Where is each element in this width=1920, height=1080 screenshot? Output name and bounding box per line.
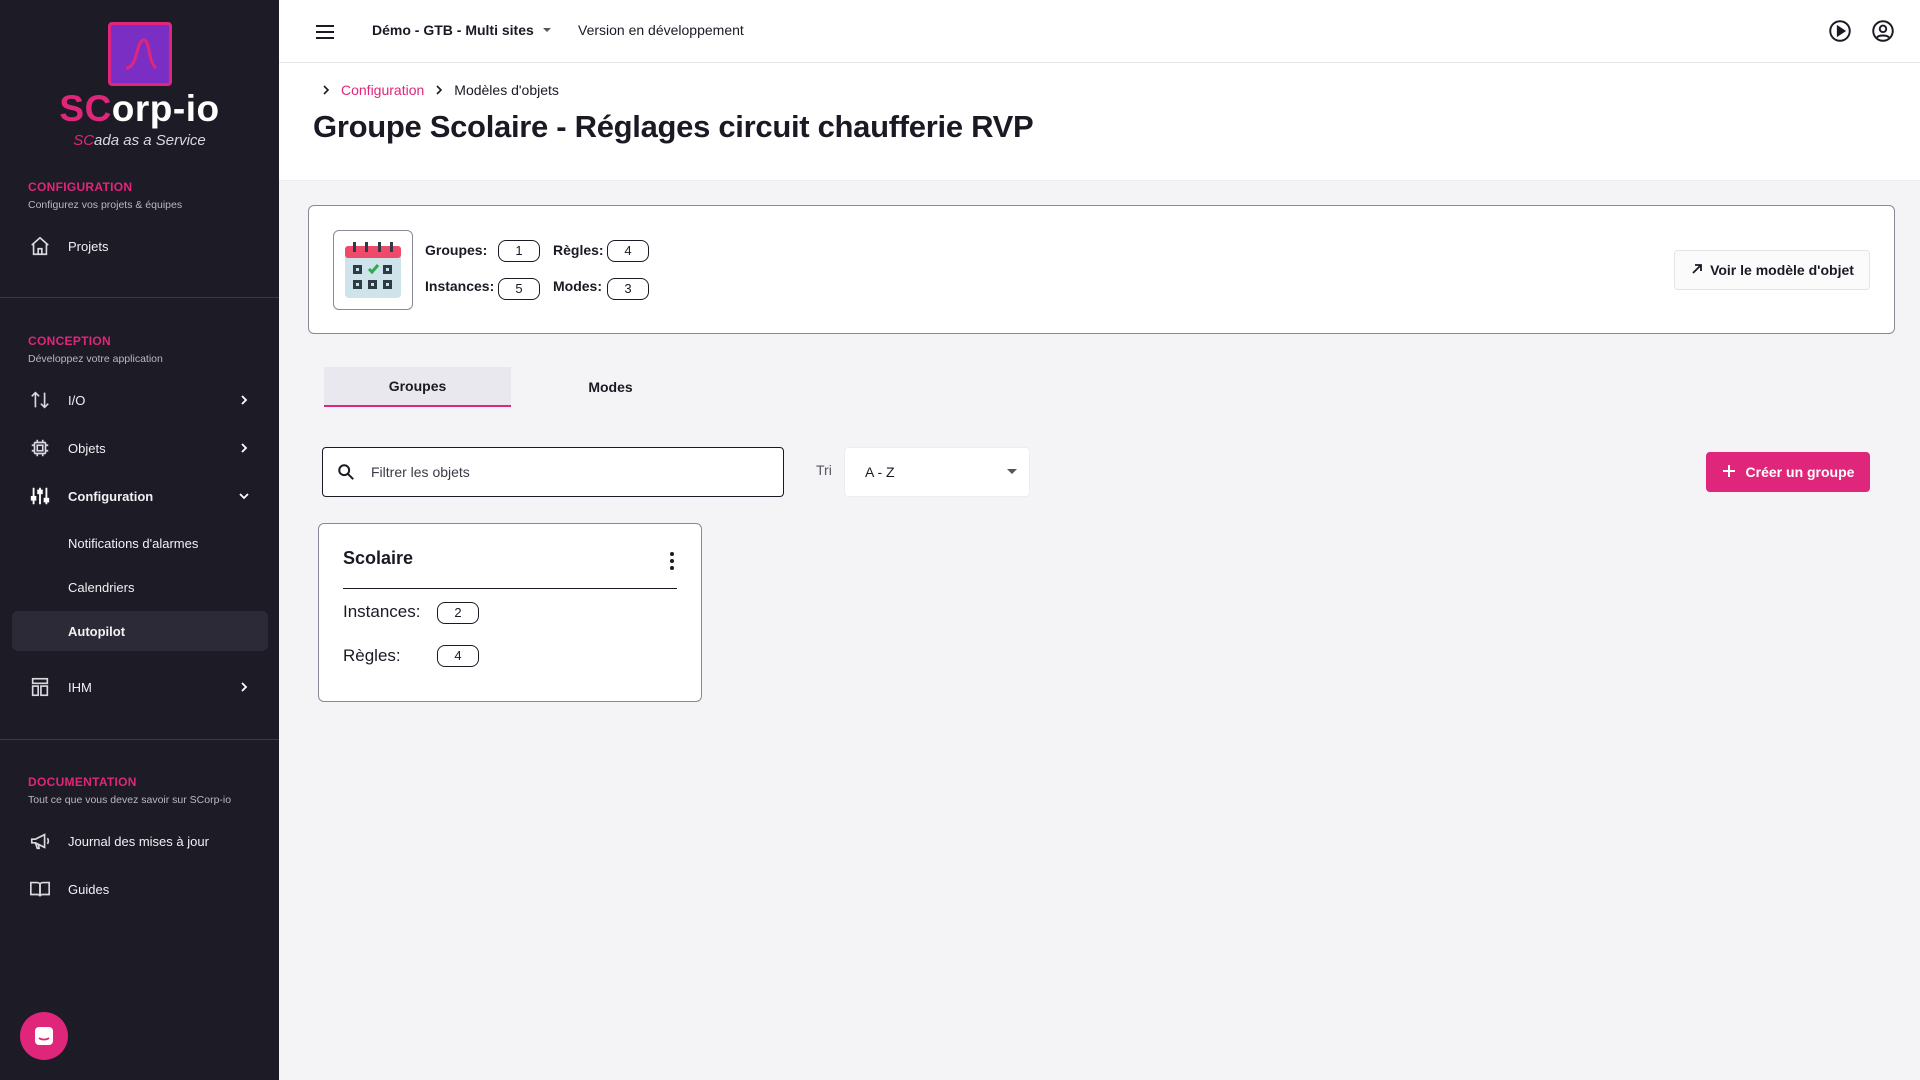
- chat-launcher-button[interactable]: [20, 1012, 68, 1060]
- groups-count-label: Groupes:: [425, 242, 488, 258]
- sidebar-item-ihm[interactable]: IHM: [12, 667, 268, 707]
- sidebar-item-autopilot[interactable]: Autopilot: [12, 611, 268, 651]
- group-rules-label: Règles:: [343, 646, 401, 665]
- sidebar-item-io[interactable]: I/O: [12, 380, 268, 420]
- sidebar-item-label: Guides: [68, 881, 110, 897]
- sidebar-item-guides[interactable]: Guides: [12, 869, 268, 909]
- sidebar-item-calendriers[interactable]: Calendriers: [12, 567, 268, 607]
- sidebar-divider: [0, 297, 279, 298]
- sidebar-item-objets[interactable]: Objets: [12, 428, 268, 468]
- create-group-button[interactable]: Créer un groupe: [1706, 452, 1870, 492]
- plus-icon: [1722, 464, 1736, 481]
- project-selector-label: Démo - GTB - Multi sites: [372, 22, 534, 38]
- book-icon: [28, 877, 52, 901]
- sidebar-item-label: Projets: [68, 238, 109, 254]
- sidebar-item-configuration[interactable]: Configuration: [12, 476, 268, 516]
- instances-count-value: 5: [498, 278, 540, 300]
- section-title-configuration: CONFIGURATION: [28, 180, 133, 194]
- sort-label: Tri: [816, 462, 832, 478]
- groups-count-value: 1: [498, 240, 540, 262]
- external-arrow-icon: [1690, 262, 1704, 279]
- breadcrumb-current: Modèles d'objets: [454, 82, 559, 98]
- chat-icon: [35, 1027, 53, 1045]
- menu-icon[interactable]: [313, 20, 337, 44]
- sidebar-item-label: IHM: [68, 679, 92, 695]
- sidebar-item-label: Journal des mises à jour: [68, 833, 209, 849]
- group-instances-label: Instances:: [343, 602, 421, 621]
- rules-count-value: 4: [607, 240, 649, 262]
- tab-modes[interactable]: Modes: [517, 367, 704, 407]
- sidebar-divider: [0, 739, 279, 740]
- group-divider: [343, 588, 677, 589]
- breadcrumb: Configuration Modèles d'objets: [321, 82, 559, 98]
- page-header: Configuration Modèles d'objets Groupe Sc…: [279, 63, 1920, 181]
- chevron-right-icon: [236, 679, 252, 695]
- account-icon[interactable]: [1870, 18, 1896, 44]
- brand-tagline: SCada as a Service: [73, 132, 206, 149]
- calendar-icon: [333, 230, 413, 310]
- sort-value: A - Z: [865, 464, 895, 480]
- section-subtitle-conception: Développez votre application: [28, 353, 163, 365]
- group-rules-value: 4: [437, 645, 479, 667]
- group-title: Scolaire: [343, 548, 414, 568]
- sidebar-item-label: Configuration: [68, 488, 154, 504]
- section-subtitle-configuration: Configurez vos projets & équipes: [28, 199, 183, 211]
- view-object-model-button[interactable]: Voir le modèle d'objet: [1674, 250, 1870, 290]
- tab-groupes[interactable]: Groupes: [324, 367, 511, 407]
- caret-down-icon: [542, 22, 552, 38]
- layout-icon: [28, 675, 52, 699]
- breadcrumb-link-configuration[interactable]: Configuration: [341, 82, 424, 98]
- search-input[interactable]: [371, 464, 771, 480]
- section-title-conception: CONCEPTION: [28, 334, 112, 348]
- sidebar-item-projets[interactable]: Projets: [12, 226, 268, 266]
- chevron-right-icon: [321, 85, 331, 95]
- chevron-right-icon: [236, 440, 252, 456]
- group-card[interactable]: Scolaire Instances: 2 Règles: 4: [318, 523, 702, 702]
- search-icon: [337, 462, 357, 482]
- sidebar-item-label: Objets: [68, 440, 106, 456]
- chevron-right-icon: [236, 392, 252, 408]
- view-object-model-label: Voir le modèle d'objet: [1710, 262, 1854, 278]
- brand-logo[interactable]: SCorp-io SCada as a Service: [0, 22, 279, 149]
- chevron-right-icon: [434, 85, 444, 95]
- megaphone-icon: [28, 829, 52, 853]
- section-title-documentation: DOCUMENTATION: [28, 775, 137, 789]
- instances-count-label: Instances:: [425, 278, 495, 294]
- sidebar: SCorp-io SCada as a Service CONFIGURATIO…: [0, 0, 279, 1080]
- play-icon[interactable]: [1827, 18, 1853, 44]
- project-selector[interactable]: Démo - GTB - Multi sites: [372, 22, 552, 38]
- modes-count-value: 3: [607, 278, 649, 300]
- sliders-icon: [28, 484, 52, 508]
- logo-mark-icon: [107, 22, 172, 86]
- model-summary-card: Groupes: 1 Règles: 4 Instances: 5 Modes:…: [308, 205, 1895, 334]
- sidebar-item-label: I/O: [68, 392, 86, 408]
- arrows-updown-icon: [28, 388, 52, 412]
- topbar: Démo - GTB - Multi sites Version en déve…: [279, 0, 1920, 63]
- sort-select[interactable]: A - Z: [844, 447, 1030, 497]
- version-label: Version en développement: [578, 22, 744, 38]
- more-vertical-icon[interactable]: [665, 550, 679, 572]
- rules-count-label: Règles:: [553, 242, 604, 258]
- sidebar-item-journal[interactable]: Journal des mises à jour: [12, 821, 268, 861]
- search-field[interactable]: [322, 447, 784, 497]
- chevron-down-icon: [236, 488, 252, 504]
- home-icon: [28, 234, 52, 258]
- page-title: Groupe Scolaire - Réglages circuit chauf…: [313, 109, 1034, 144]
- chip-icon: [28, 436, 52, 460]
- sidebar-item-notifications[interactable]: Notifications d'alarmes: [12, 523, 268, 563]
- group-instances-value: 2: [437, 602, 479, 624]
- caret-down-icon: [1007, 469, 1017, 474]
- modes-count-label: Modes:: [553, 278, 602, 294]
- brand-name: SCorp-io: [59, 88, 220, 129]
- section-subtitle-documentation: Tout ce que vous devez savoir sur SCorp-…: [28, 794, 232, 806]
- create-group-label: Créer un groupe: [1745, 464, 1855, 480]
